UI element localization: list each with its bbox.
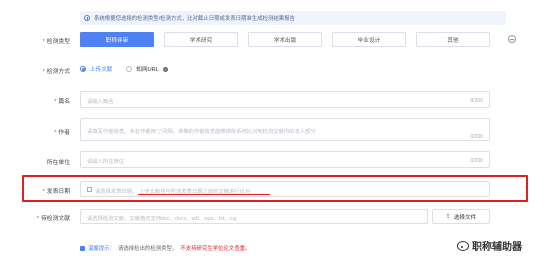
wechat-icon xyxy=(457,240,469,251)
detect-method-group: 上传文献 知网URL ? xyxy=(80,65,168,73)
upload-label: * 待检测文献 xyxy=(36,216,70,222)
author-input[interactable]: 请填写作者信息。多名作者用“；”间隔，准确的作者信息能够排除系统比对到检测文献内… xyxy=(80,118,490,141)
title-input[interactable]: 请输入篇名 0/200 xyxy=(80,91,490,108)
help-icon[interactable]: ? xyxy=(162,66,168,72)
radio-upload-label[interactable]: 上传文献 xyxy=(90,65,112,73)
collapse-icon[interactable] xyxy=(508,35,516,43)
type-option-professional-review[interactable]: 职称评审 xyxy=(80,32,154,47)
tip-key: 温馨提示： xyxy=(88,246,115,252)
radio-url[interactable] xyxy=(126,66,133,72)
title-placeholder: 请输入篇名 xyxy=(87,99,114,105)
author-placeholder: 请填写作者信息。多名作者用“；”间隔，准确的作者信息能够排除系统比对到检测文献内… xyxy=(87,129,316,135)
info-notice: 系统根据您选择的检测类型/检测方式，比对截止日期或发表日期准生成检测结果报告 xyxy=(80,11,506,25)
upload-icon: ⇪ xyxy=(445,214,451,220)
unit-placeholder: 请输入所在单位 xyxy=(87,159,125,165)
type-option-other[interactable]: 其他 xyxy=(416,32,490,47)
upload-path-field[interactable]: 请选择检测文献，文献格式支持doc、docx、pdf、wps、txt、caj xyxy=(80,209,428,224)
radio-url-label[interactable]: 知网URL xyxy=(136,65,158,73)
author-char-count: 0/200 xyxy=(470,134,483,140)
title-label: * 篇名 xyxy=(54,99,70,105)
type-option-academic-publishing[interactable]: 学术出版 xyxy=(248,32,322,47)
upload-placeholder: 请选择检测文献，文献格式支持doc、docx、pdf、wps、txt、caj xyxy=(87,216,237,222)
info-icon xyxy=(84,15,90,21)
tip-icon xyxy=(80,245,85,251)
tip-text: 请选择检出的检测类型， xyxy=(117,246,178,252)
unit-input[interactable]: 请输入所在单位 0/200 xyxy=(80,151,490,168)
select-file-label: 选择文件 xyxy=(453,214,477,221)
watermark-text: 职称辅助器 xyxy=(472,242,522,253)
unit-label: 所在单位 xyxy=(46,160,70,166)
watermark: 职称辅助器 xyxy=(457,238,522,253)
unit-char-count: 0/200 xyxy=(470,157,483,164)
detect-method-label: * 检测方式 xyxy=(42,69,70,75)
type-option-academic-research[interactable]: 学术研究 xyxy=(164,32,238,47)
detect-type-label: * 检测类型 xyxy=(42,39,70,45)
select-file-button[interactable]: ⇪ 选择文件 xyxy=(432,209,490,224)
notice-text: 系统根据您选择的检测类型/检测方式，比对截止日期或发表日期准生成检测结果报告 xyxy=(94,16,295,22)
type-option-graduation-design[interactable]: 毕业设计 xyxy=(332,32,406,47)
tip-red-text: 不支持研究生学位论文查重。 xyxy=(180,246,251,252)
title-char-count: 0/200 xyxy=(470,97,483,104)
red-highlight-box xyxy=(22,175,528,202)
author-label: * 作者 xyxy=(54,130,70,136)
radio-upload[interactable] xyxy=(80,66,86,72)
warning-tip: 温馨提示： 请选择检出的检测类型， 不支持研究生学位论文查重。 xyxy=(80,244,250,252)
